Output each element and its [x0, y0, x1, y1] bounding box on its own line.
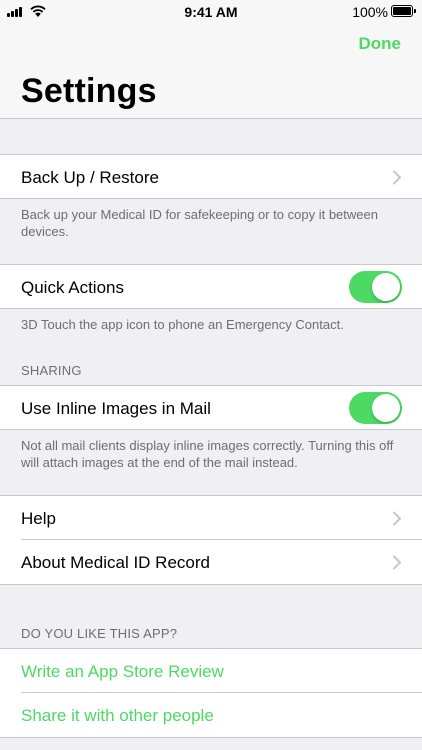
chevron-right-icon [393, 170, 401, 185]
backup-restore-label: Back Up / Restore [21, 168, 159, 187]
inline-images-row: Use Inline Images in Mail [0, 385, 422, 430]
battery-percentage: 100% [352, 4, 388, 20]
battery-icon [391, 5, 416, 17]
help-label: Help [21, 509, 56, 528]
quick-actions-footnote: 3D Touch the app icon to phone an Emerge… [21, 317, 344, 332]
done-button[interactable]: Done [359, 34, 402, 54]
backup-restore-row[interactable]: Back Up / Restore [0, 154, 422, 199]
about-label: About Medical ID Record [21, 553, 210, 572]
quick-actions-toggle[interactable] [349, 271, 402, 303]
share-app-row[interactable]: Share it with other people [0, 693, 422, 738]
chevron-right-icon [393, 555, 401, 570]
inline-images-toggle[interactable] [349, 392, 402, 424]
write-review-label: Write an App Store Review [21, 662, 224, 681]
page-title: Settings [21, 72, 157, 110]
chevron-right-icon [393, 511, 401, 526]
share-app-label: Share it with other people [21, 706, 214, 725]
sharing-section-header: SHARING [21, 363, 82, 378]
quick-actions-label: Quick Actions [21, 278, 124, 297]
inline-images-footnote: Not all mail clients display inline imag… [21, 438, 394, 470]
navigation-header: Done Settings [0, 24, 422, 119]
feedback-section-header: DO YOU LIKE THIS APP? [21, 626, 178, 641]
inline-images-label: Use Inline Images in Mail [21, 399, 211, 418]
backup-footnote: Back up your Medical ID for safekeeping … [21, 207, 378, 239]
quick-actions-row: Quick Actions [0, 264, 422, 309]
help-row[interactable]: Help [0, 495, 422, 540]
write-review-row[interactable]: Write an App Store Review [0, 648, 422, 693]
status-bar: 9:41 AM 100% [0, 0, 422, 24]
about-row[interactable]: About Medical ID Record [0, 540, 422, 585]
